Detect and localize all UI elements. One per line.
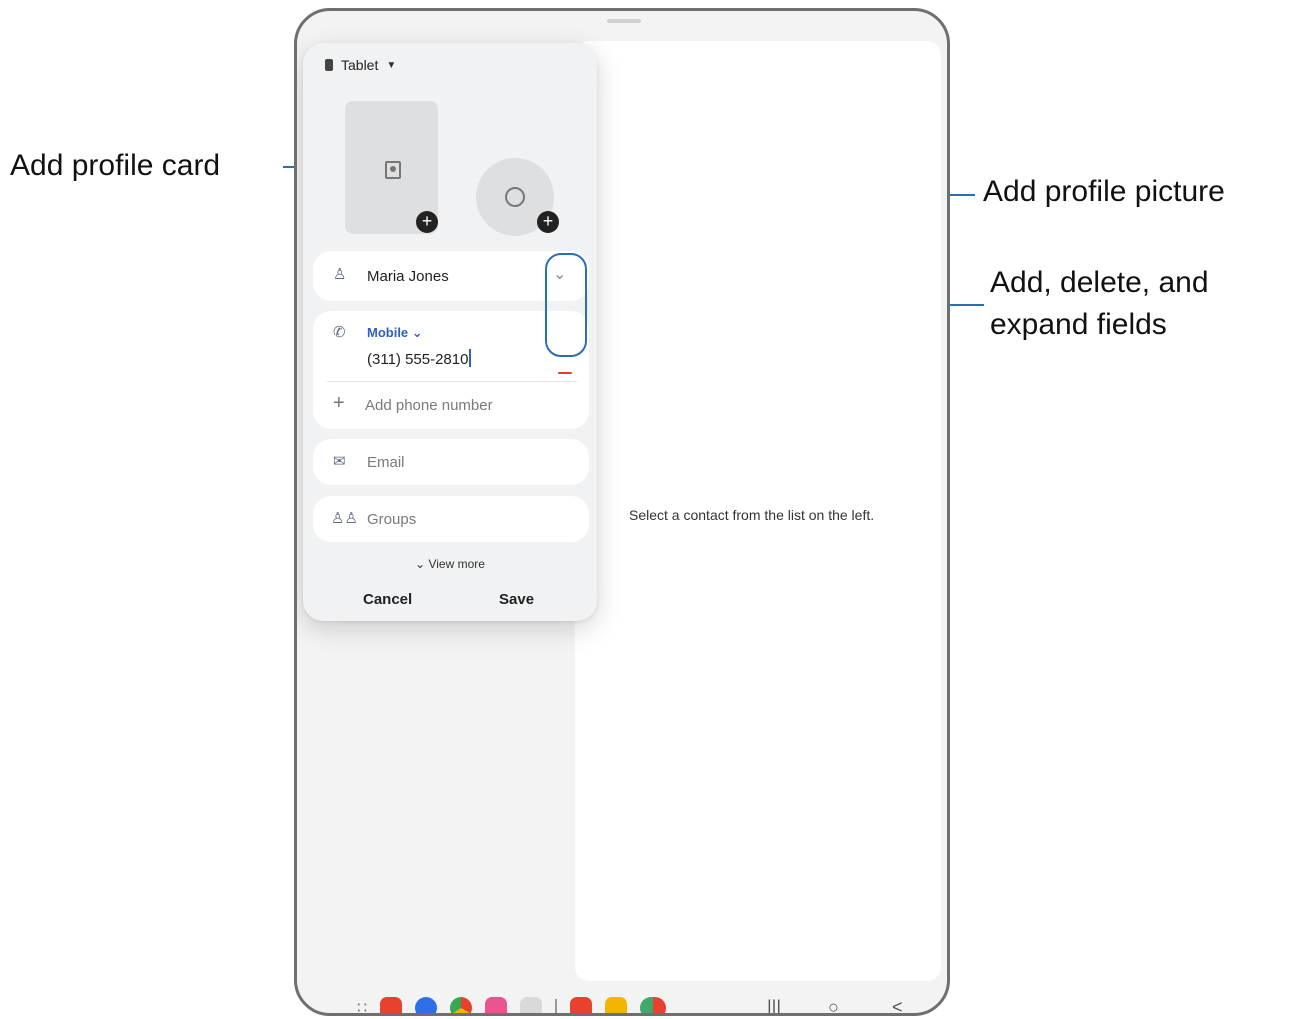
email-placeholder: Email [367,454,405,471]
home-icon[interactable]: ○ [828,997,839,1013]
account-label: Tablet [341,57,379,73]
email-icon: ✉ [333,453,346,470]
recents-icon[interactable]: ||| [767,997,781,1013]
account-selector[interactable]: Tablet ▼ [325,57,396,73]
tablet-frame: Select a contact from the list on the le… [294,8,950,1016]
dropdown-caret-icon: ▼ [386,59,397,71]
groups-field[interactable]: ♙♙ Groups [313,496,589,542]
groups-icon: ♙♙ [331,510,358,527]
phone-type-label: Mobile [367,325,409,340]
view-more-button[interactable]: ⌄ View more [303,557,597,571]
my-files-icon[interactable] [605,997,628,1013]
person-icon: ♙ [333,266,347,283]
phone-number-value: (311) 555-2810 [367,351,469,368]
highlight-ring [545,253,587,357]
camera-icon[interactable] [520,997,543,1013]
callout-add-delete-expand-line1: Add, delete, and [990,266,1209,299]
empty-state-message: Select a contact from the list on the le… [629,507,875,523]
bixby-icon[interactable] [485,997,508,1013]
callout-add-delete-expand-line2: expand fields [990,308,1167,341]
phone-type-dropdown[interactable]: Mobile ⌄ [367,325,423,341]
email-field[interactable]: ✉ Email [313,439,589,485]
add-plus-icon[interactable]: + [333,393,345,413]
recent-apps-pair-icon[interactable] [640,997,667,1013]
person-avatar-icon [505,187,525,207]
profile-picture-placeholder[interactable]: + [476,158,559,236]
contacts-icon[interactable] [570,997,593,1013]
phone-divider [327,381,577,382]
phone-number-input[interactable]: (311) 555-2810 [367,349,471,368]
camera-notch [607,19,641,23]
text-cursor [469,349,471,367]
contact-card-icon [385,161,401,179]
tablet-device-icon [325,59,333,71]
add-phone-number-link[interactable]: Add phone number [365,397,493,414]
phone-icon: ✆ [333,324,346,341]
view-more-label: View more [428,557,485,571]
callout-add-profile-picture: Add profile picture [983,175,1225,208]
back-icon[interactable]: < [892,997,903,1013]
messages-icon[interactable] [415,997,438,1013]
add-profile-picture-plus-icon[interactable]: + [537,211,559,233]
chrome-icon[interactable] [450,997,473,1013]
contact-detail-pane: Select a contact from the list on the le… [575,41,941,981]
add-profile-card-plus-icon[interactable]: + [416,211,438,233]
cancel-button[interactable]: Cancel [363,591,412,608]
delete-phone-minus-icon[interactable] [558,372,572,374]
chevron-down-icon: ⌄ [415,557,426,571]
callout-add-profile-card: Add profile card [10,149,221,182]
taskbar-separator [555,999,558,1013]
apps-grid-icon[interactable]: ∷ [357,998,367,1013]
save-button[interactable]: Save [499,591,534,608]
name-value[interactable]: Maria Jones [367,268,449,285]
groups-placeholder: Groups [367,511,417,528]
profile-card-placeholder[interactable]: + [345,101,438,234]
taskbar: ∷ [357,996,667,1013]
notes-icon[interactable] [380,997,403,1013]
